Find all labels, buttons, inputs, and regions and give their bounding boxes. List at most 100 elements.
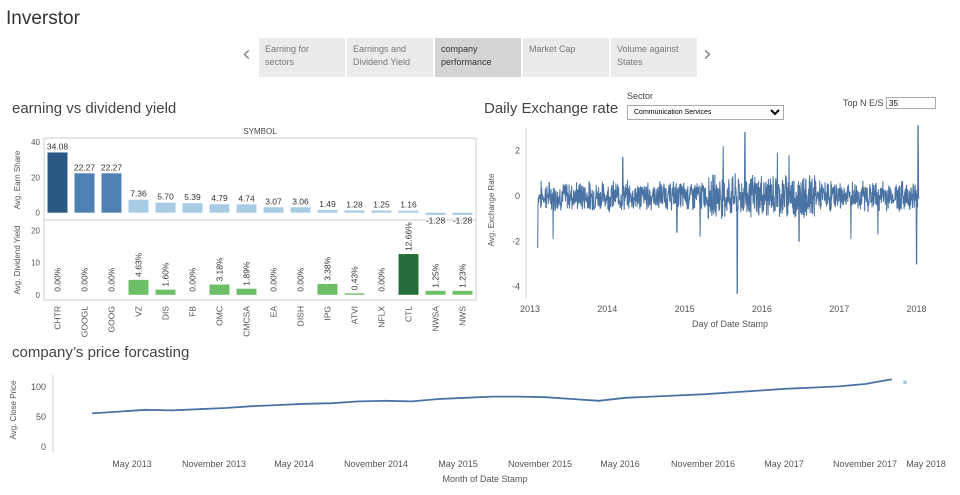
div-bar[interactable]	[236, 288, 257, 295]
div-bar[interactable]	[317, 283, 338, 295]
tab-volume-against-states[interactable]: Volume against States	[611, 38, 697, 77]
tab-earning-for-sectors[interactable]: Earning for sectors	[259, 38, 345, 77]
tab-label: States	[617, 57, 643, 67]
eps-bar[interactable]	[290, 207, 311, 213]
exchange-x-label: Day of Date Stamp	[692, 319, 768, 329]
eps-data-label: 3.06	[292, 196, 309, 206]
eps-data-label: 7.36	[130, 189, 147, 199]
next-arrow-icon[interactable]: ›	[703, 42, 712, 67]
earning-dividend-chart: SYMBOL Avg. Earn Share Avg. Dividend Yie…	[13, 127, 477, 337]
tab-earnings-dividend-yield[interactable]: Earnings and Dividend Yield	[347, 38, 433, 77]
div-bar[interactable]	[128, 279, 149, 295]
eps-tick-label: 20	[31, 173, 40, 182]
symbol-tick-label: DIS	[161, 306, 171, 321]
symbol-tick-label: FB	[188, 306, 198, 317]
exchange-x-tick: 2013	[520, 304, 540, 314]
sector-dropdown[interactable]: Communication Services	[627, 105, 784, 120]
div-data-label: 1.60%	[161, 262, 171, 287]
tab-label: sectors	[265, 57, 295, 67]
eps-bar[interactable]	[128, 199, 149, 213]
div-bar[interactable]	[398, 254, 419, 295]
forecast-x-tick: May 2018	[906, 459, 946, 469]
symbol-tick-label: CTL	[404, 306, 414, 322]
eps-data-label: 22.27	[74, 162, 96, 172]
div-bar[interactable]	[452, 290, 473, 295]
symbol-tick-label: GOOGL	[80, 306, 90, 337]
topn-input[interactable]	[886, 97, 936, 109]
eps-bar[interactable]	[344, 210, 365, 213]
tab-label: Earnings and	[353, 44, 407, 54]
forecast-x-tick: November 2014	[344, 459, 408, 469]
exchange-section-title: Daily Exchange rate	[484, 100, 619, 117]
tab-label: company	[441, 44, 478, 54]
tab-market-cap[interactable]: Market Cap	[523, 38, 609, 77]
forecast-y-label: Avg. Close Price	[9, 380, 18, 440]
forecast-y-tick: 50	[36, 412, 46, 422]
div-data-label: 12.66%	[404, 222, 414, 251]
symbol-tick-label: CMCSA	[242, 306, 252, 337]
tab-label: Market Cap	[529, 44, 576, 54]
eps-data-label: 1.28	[346, 199, 363, 209]
div-bar[interactable]	[344, 293, 365, 295]
exchange-y-tick: 2	[515, 146, 520, 156]
exchange-rate-line[interactable]	[537, 125, 920, 294]
symbol-tick-label: GOOG	[107, 306, 117, 332]
div-data-label: 0.00%	[296, 267, 306, 292]
eps-bar[interactable]	[263, 207, 284, 213]
eps-bar[interactable]	[425, 212, 446, 215]
eps-data-label: 1.25	[373, 199, 390, 209]
div-data-label: 0.00%	[53, 267, 63, 292]
div-data-label: 3.38%	[323, 256, 333, 281]
div-data-label: 4.63%	[134, 252, 144, 277]
tab-company-performance[interactable]: company performance	[435, 38, 521, 77]
symbol-tick-label: CHTR	[53, 306, 63, 330]
symbol-tick-label: NWSA	[431, 306, 441, 332]
exchange-y-label: Avg. Exchange Rate	[487, 173, 496, 246]
exchange-rate-chart: Avg. Exchange Rate Day of Date Stamp -4 -…	[487, 125, 927, 329]
div-bar[interactable]	[425, 290, 446, 295]
eps-data-label: 3.07	[265, 196, 282, 206]
forecast-x-tick: May 2014	[274, 459, 314, 469]
forecast-price-line[interactable]	[91, 378, 893, 415]
symbol-tick-label: DISH	[296, 306, 306, 326]
div-tick-label: 10	[31, 259, 40, 268]
forecast-marker[interactable]	[903, 380, 907, 385]
eps-bar[interactable]	[398, 210, 419, 213]
div-bar[interactable]	[155, 289, 176, 295]
eps-bar[interactable]	[371, 210, 392, 213]
sector-label: Sector	[627, 91, 654, 101]
app-title: Inverstor	[6, 8, 80, 29]
eps-bar[interactable]	[452, 212, 473, 215]
tab-label: performance	[441, 57, 492, 67]
div-bar[interactable]	[209, 284, 230, 295]
eps-data-label: 1.49	[319, 199, 336, 209]
symbol-tick-label: IPG	[323, 306, 333, 321]
eps-bar[interactable]	[155, 202, 176, 213]
eps-bar[interactable]	[209, 204, 230, 213]
prev-arrow-icon[interactable]: ‹	[242, 42, 251, 67]
eps-data-label: 5.39	[184, 192, 201, 202]
eps-bar[interactable]	[182, 203, 203, 213]
symbol-tick-label: NFLX	[377, 306, 387, 328]
exchange-x-tick: 2017	[829, 304, 849, 314]
div-data-label: 0.00%	[188, 267, 198, 292]
eps-bar[interactable]	[236, 204, 257, 213]
symbol-tick-label: ATVI	[350, 306, 360, 324]
div-data-label: 0.00%	[377, 267, 387, 292]
div-data-label: 1.25%	[431, 263, 441, 288]
eps-bar[interactable]	[317, 210, 338, 213]
forecast-x-tick: November 2017	[833, 459, 897, 469]
forecast-x-tick: May 2015	[438, 459, 478, 469]
div-data-label: 0.00%	[107, 267, 117, 292]
eps-bar[interactable]	[74, 173, 95, 213]
forecast-x-tick: November 2015	[508, 459, 572, 469]
eps-bar[interactable]	[47, 152, 68, 213]
div-axis-label: Avg. Dividend Yield	[13, 226, 22, 295]
topn-label: Top N E/S	[843, 98, 884, 108]
eps-data-label: 5.70	[157, 192, 174, 202]
eps-data-label: 34.08	[47, 141, 69, 151]
symbol-tick-label: EA	[269, 306, 279, 318]
eps-bar[interactable]	[101, 173, 122, 213]
exchange-y-tick: -4	[512, 282, 520, 292]
div-tick-label: 0	[36, 291, 41, 300]
